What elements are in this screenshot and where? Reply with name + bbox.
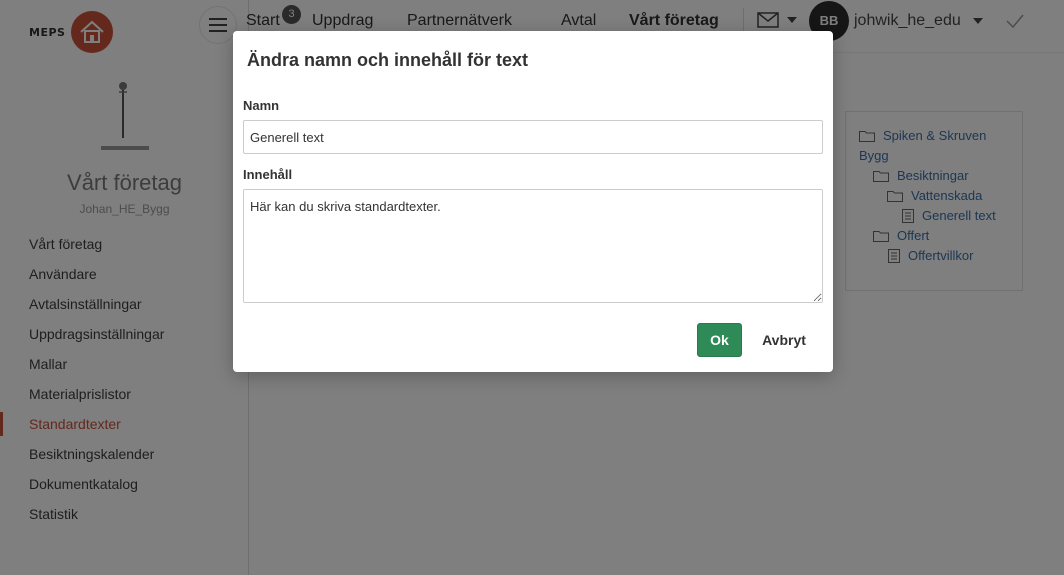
cancel-button[interactable]: Avbryt [753, 323, 815, 357]
content-label: Innehåll [243, 167, 293, 182]
ok-button[interactable]: Ok [697, 323, 742, 357]
edit-text-dialog: Ändra namn och innehåll för text Namn In… [233, 31, 833, 372]
dialog-title: Ändra namn och innehåll för text [247, 50, 529, 70]
name-label: Namn [243, 98, 280, 113]
name-input[interactable] [243, 120, 823, 154]
content-textarea[interactable]: Här kan du skriva standardtexter. [243, 189, 823, 303]
